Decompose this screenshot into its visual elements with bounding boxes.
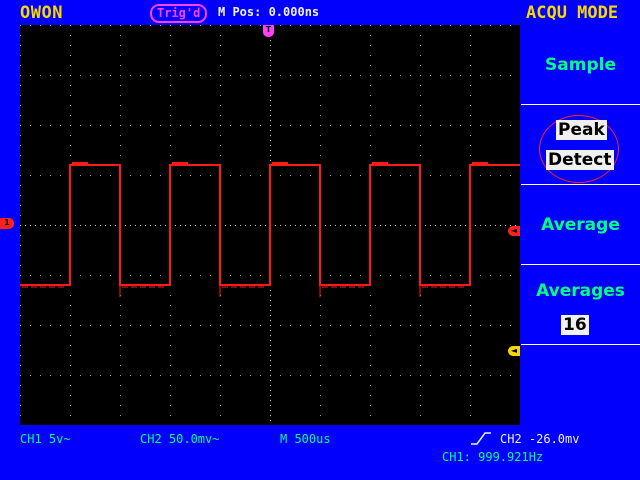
menu-title: ACQU MODE <box>526 3 619 23</box>
trigger-status-badge: Trig'd <box>150 4 208 23</box>
frequency-readout: CH1: 999.921Hz <box>442 450 544 464</box>
ch2-ground-marker-icon: ◄ <box>508 346 520 356</box>
menu-item-label: Average <box>541 215 620 235</box>
acquisition-menu: Sample Peak Detect Average Averages 16 <box>521 25 640 426</box>
menu-item-average[interactable]: Average <box>521 185 640 265</box>
menu-item-sample[interactable]: Sample <box>521 25 640 105</box>
waveform-display <box>20 25 520 425</box>
menu-item-averages[interactable]: Averages 16 <box>521 265 640 345</box>
menu-item-label-line2: Detect <box>546 150 614 170</box>
ch2-scale-readout: CH2 50.0mv~ <box>140 432 220 446</box>
averages-value: 16 <box>561 315 589 335</box>
brand-logo: OWON <box>20 3 63 23</box>
rising-edge-icon <box>471 432 491 445</box>
trigger-level-marker-icon: ◄ <box>508 226 520 236</box>
ch1-ground-marker-icon: 1 <box>0 218 14 229</box>
menu-item-empty[interactable] <box>521 345 640 424</box>
menu-item-peak-detect[interactable]: Peak Detect <box>521 105 640 185</box>
menu-item-label-line1: Peak <box>556 120 607 140</box>
trigger-source-level-readout: CH2 -26.0mv <box>500 432 580 446</box>
trigger-position-icon: T <box>263 25 274 37</box>
trace-noise <box>22 162 488 297</box>
m-pos-readout: M Pos: 0.000ns <box>218 5 320 19</box>
timebase-readout: M 500us <box>280 432 331 446</box>
menu-item-label: Averages <box>536 281 625 301</box>
menu-item-label: Sample <box>545 55 616 75</box>
ch1-scale-readout: CH1 5v~ <box>20 432 71 446</box>
